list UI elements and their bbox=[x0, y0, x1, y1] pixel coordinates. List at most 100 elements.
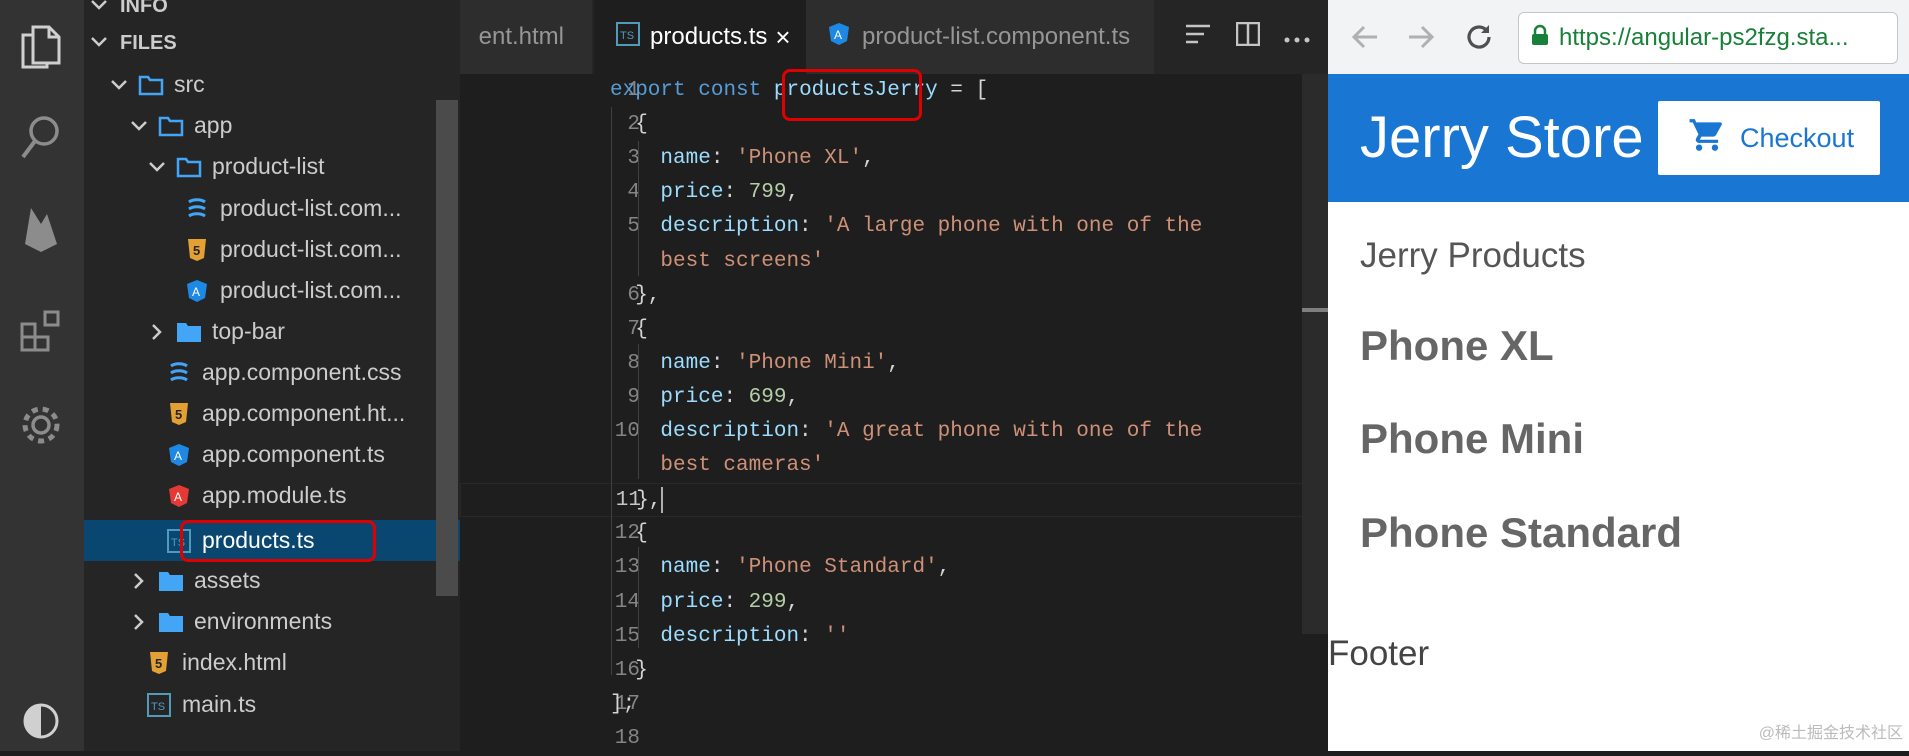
footer-text: Footer bbox=[1328, 634, 1430, 673]
code-text: best screens' bbox=[610, 245, 824, 279]
svg-text:TS: TS bbox=[151, 701, 165, 713]
tab-product-list-component-ts[interactable]: A product-list.component.ts bbox=[806, 0, 1154, 74]
files-section-header[interactable]: FILES bbox=[84, 25, 177, 61]
split-editor-icon[interactable] bbox=[1235, 21, 1261, 53]
tree-item-label: app.component.ts bbox=[202, 441, 385, 467]
outline-icon[interactable] bbox=[1184, 23, 1212, 52]
tree-item[interactable]: src bbox=[84, 64, 460, 105]
theme-toggle-icon[interactable] bbox=[12, 692, 70, 750]
store-title[interactable]: Jerry Store bbox=[1360, 104, 1644, 171]
search-icon[interactable] bbox=[12, 108, 70, 166]
tree-item-label: product-list bbox=[212, 153, 325, 179]
code-token: , bbox=[786, 590, 800, 614]
code-line[interactable]: 14 price: 299, bbox=[460, 586, 1328, 620]
tree-item[interactable]: Aapp.component.ts bbox=[84, 434, 460, 475]
code-text: } bbox=[610, 654, 648, 688]
tree-item[interactable]: 5 product-list.com... bbox=[84, 229, 460, 270]
code-line[interactable]: 7 { bbox=[460, 313, 1328, 347]
angular-file-icon: A bbox=[828, 22, 850, 53]
svg-text:5: 5 bbox=[175, 407, 182, 422]
svg-text:5: 5 bbox=[155, 656, 162, 671]
code-line[interactable]: 9 price: 699, bbox=[460, 381, 1328, 415]
code-token: 299 bbox=[748, 590, 787, 614]
tree-item[interactable]: 5 app.component.ht... bbox=[84, 393, 460, 434]
product-name-phone-standard[interactable]: Phone Standard bbox=[1360, 509, 1682, 557]
tree-item[interactable]: TS main.ts bbox=[84, 684, 460, 725]
code-line[interactable]: 12 { bbox=[460, 517, 1328, 551]
folder-open-icon bbox=[158, 113, 184, 139]
code-line[interactable]: 5 description: 'A large phone with one o… bbox=[460, 210, 1328, 244]
product-name-phone-mini[interactable]: Phone Mini bbox=[1360, 415, 1584, 463]
code-line[interactable]: 16 } bbox=[460, 654, 1328, 688]
tree-item[interactable]: top-bar bbox=[84, 311, 460, 352]
code-token: description bbox=[660, 215, 800, 239]
address-bar[interactable]: https://angular-ps2fzg.sta... bbox=[1518, 12, 1898, 64]
firebase-icon[interactable] bbox=[12, 200, 70, 258]
code-token: 'A large phone with one of the bbox=[824, 215, 1203, 239]
back-icon[interactable] bbox=[1350, 22, 1380, 57]
tree-item[interactable]: Aapp.module.ts bbox=[84, 475, 460, 516]
editor-scrollbar[interactable] bbox=[1302, 74, 1328, 634]
code-line[interactable]: best cameras' bbox=[460, 449, 1328, 483]
indent-guide bbox=[638, 344, 639, 479]
product-name-phone-xl[interactable]: Phone XL bbox=[1360, 322, 1554, 370]
code-line[interactable]: 15 description: '' bbox=[460, 620, 1328, 654]
explorer-icon[interactable] bbox=[12, 18, 70, 76]
tree-item[interactable]: product-list bbox=[84, 146, 460, 187]
forward-icon[interactable] bbox=[1406, 22, 1436, 57]
tree-item[interactable]: product-list.com... bbox=[84, 188, 460, 229]
tree-item[interactable]: app.component.css bbox=[84, 352, 460, 393]
svg-text:A: A bbox=[192, 285, 200, 299]
tree-item[interactable]: assets bbox=[84, 560, 460, 601]
chevron-down-icon[interactable] bbox=[108, 74, 130, 96]
chevron-right-icon[interactable] bbox=[128, 570, 150, 592]
code-line[interactable]: 3 name: 'Phone XL', bbox=[460, 142, 1328, 176]
more-actions-icon[interactable] bbox=[1284, 23, 1310, 51]
tree-item[interactable]: 5 index.html bbox=[84, 642, 460, 683]
svg-text:5: 5 bbox=[193, 243, 200, 258]
text-cursor bbox=[661, 486, 664, 513]
browser-toolbar: https://angular-ps2fzg.sta... bbox=[1328, 0, 1909, 74]
code-line[interactable]: 8 name: 'Phone Mini', bbox=[460, 347, 1328, 381]
code-line[interactable]: 6 }, bbox=[460, 279, 1328, 313]
chevron-down-icon[interactable] bbox=[128, 115, 150, 137]
explorer-sidebar: INFO FILES src app product-list product-lis… bbox=[84, 0, 460, 751]
checkout-button[interactable]: Checkout bbox=[1658, 101, 1880, 175]
extensions-icon[interactable] bbox=[12, 302, 70, 360]
gear-icon[interactable] bbox=[12, 396, 70, 454]
chevron-right-icon[interactable] bbox=[146, 321, 168, 343]
svg-text:A: A bbox=[174, 449, 182, 463]
tree-item[interactable]: Aproduct-list.com... bbox=[84, 270, 460, 311]
chevron-right-icon[interactable] bbox=[128, 611, 150, 633]
code-token: best cameras' bbox=[660, 454, 825, 478]
code-token: price bbox=[660, 590, 724, 614]
close-icon[interactable]: × bbox=[775, 22, 790, 53]
tab-products-ts[interactable]: TS products.ts × bbox=[594, 0, 826, 74]
code-line[interactable]: 11 }, bbox=[460, 483, 1328, 518]
code-line[interactable]: 17]; bbox=[460, 688, 1328, 722]
url-text: https://angular-ps2fzg.sta... bbox=[1559, 24, 1849, 51]
indent-guide bbox=[638, 547, 639, 648]
code-token: name bbox=[660, 351, 711, 375]
code-line[interactable]: 4 price: 799, bbox=[460, 176, 1328, 210]
code-token: best screens' bbox=[660, 249, 825, 273]
code-token: = [ bbox=[937, 79, 989, 102]
reload-icon[interactable] bbox=[1462, 20, 1496, 59]
code-text: description: 'A great phone with one of … bbox=[610, 415, 1202, 449]
code-line[interactable]: best screens' bbox=[460, 245, 1328, 279]
chevron-down-icon[interactable] bbox=[146, 156, 168, 178]
tab-component-html[interactable]: ent.html bbox=[460, 0, 592, 74]
code-line[interactable]: 10 description: 'A great phone with one … bbox=[460, 415, 1328, 449]
tree-item[interactable]: app bbox=[84, 105, 460, 146]
tree-item[interactable]: environments bbox=[84, 601, 460, 642]
code-line[interactable]: 13 name: 'Phone Standard', bbox=[460, 551, 1328, 585]
sidebar-scrollbar[interactable] bbox=[436, 100, 458, 596]
indent-guide bbox=[638, 141, 639, 276]
indent-guide bbox=[611, 107, 612, 675]
info-section-header[interactable]: INFO bbox=[84, 0, 168, 24]
tree-item-label: assets bbox=[194, 567, 261, 593]
chevron-down-icon bbox=[90, 32, 108, 55]
